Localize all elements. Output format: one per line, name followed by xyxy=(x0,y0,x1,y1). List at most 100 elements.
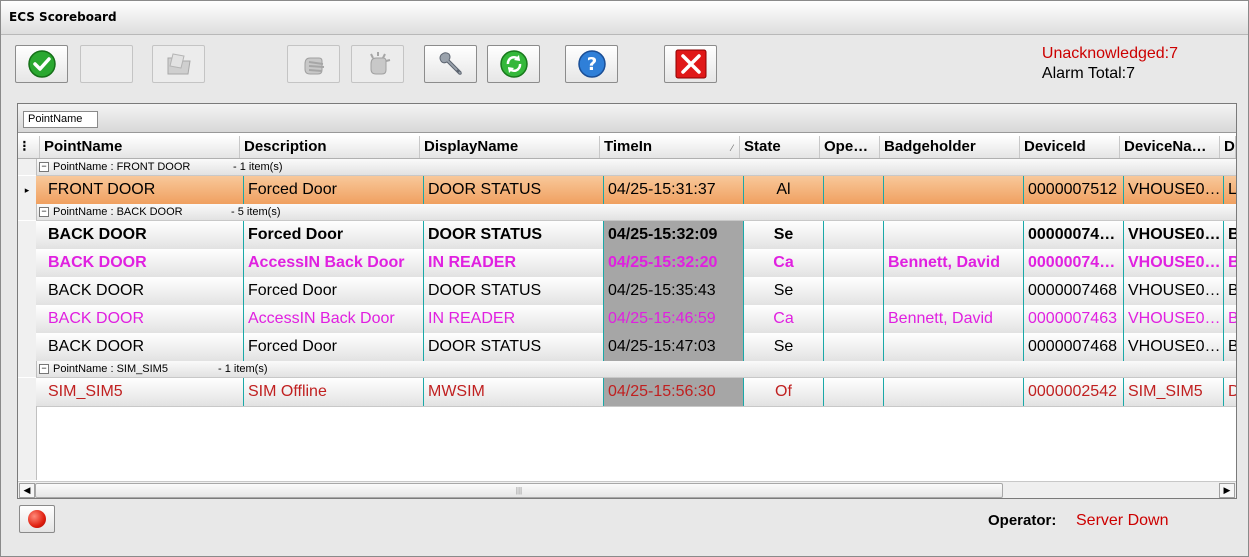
table-cell: Lo xyxy=(1224,176,1236,204)
table-row[interactable]: BACK DOOR Forced Door DOOR STATUS 04/25-15:… xyxy=(36,221,1236,250)
group-header[interactable]: − PointName : FRONT DOOR - 1 item(s) xyxy=(36,159,1236,176)
table-cell: VHOUSE0… xyxy=(1124,249,1224,277)
hand-button[interactable] xyxy=(287,45,340,83)
table-cell: 04/25-15:31:37 xyxy=(604,176,744,204)
close-icon xyxy=(675,49,706,79)
row-selector[interactable] xyxy=(18,204,37,220)
row-selector[interactable]: ▸ xyxy=(18,176,37,204)
table-cell: VHOUSE0… xyxy=(1124,277,1224,305)
table-cell: B xyxy=(1224,333,1236,361)
column-header[interactable]: DeviceNa… xyxy=(1120,136,1220,158)
table-cell: FRONT DOOR xyxy=(44,176,244,204)
table-row[interactable]: BACK DOOR Forced Door DOOR STATUS 04/25-15:… xyxy=(36,277,1236,306)
table-cell: IN READER xyxy=(424,249,604,277)
column-header[interactable]: D xyxy=(1220,136,1236,158)
row-selector[interactable] xyxy=(18,305,37,333)
window-title: ECS Scoreboard xyxy=(9,10,117,24)
table-row[interactable]: BACK DOOR Forced Door DOOR STATUS 04/25-15:… xyxy=(36,333,1236,362)
group-title: PointName : FRONT DOOR xyxy=(53,161,191,173)
table-cell xyxy=(884,176,1024,204)
table-cell: 04/25-15:32:09 xyxy=(604,221,744,249)
table-cell: B xyxy=(1224,249,1236,277)
collapse-icon[interactable]: − xyxy=(39,207,49,217)
row-selector[interactable] xyxy=(18,378,37,406)
operator-label: Operator: xyxy=(988,512,1057,529)
row-selector[interactable] xyxy=(18,249,37,277)
row-selector[interactable] xyxy=(18,159,37,175)
group-by-panel: PointName xyxy=(18,104,1236,133)
table-cell: SIM Offline xyxy=(244,378,424,406)
table-cell: VHOUSE0… xyxy=(1124,176,1224,204)
alarm-status: Unacknowledged:7 Alarm Total:7 xyxy=(1042,45,1178,83)
column-header[interactable]: TimeIn ⁄ xyxy=(600,136,740,158)
table-cell: SIM_SIM5 xyxy=(44,378,244,406)
table-row[interactable]: BACK DOOR AccessIN Back Door IN READER 04/2… xyxy=(36,249,1236,278)
column-header[interactable]: DisplayName xyxy=(420,136,600,158)
column-header[interactable]: Badgeholder xyxy=(880,136,1020,158)
row-selector-filler xyxy=(18,406,37,480)
group-header[interactable]: − PointName : BACK DOOR - 5 item(s) xyxy=(36,204,1236,221)
settings-button[interactable] xyxy=(424,45,477,83)
row-selector[interactable] xyxy=(18,277,37,305)
alarm-total-count: Alarm Total:7 xyxy=(1041,65,1135,82)
scroll-right-arrow[interactable]: ▶ xyxy=(1219,483,1235,498)
row-selector[interactable] xyxy=(18,221,37,249)
blank-button[interactable] xyxy=(80,45,133,83)
table-cell: 04/25-15:32:20 xyxy=(604,249,744,277)
table-cell: 0000007468 xyxy=(1024,333,1124,361)
ecs-scoreboard-window: ECS Scoreboard ? Unacknowledged:7 Alarm … xyxy=(0,0,1249,557)
title-bar[interactable]: ECS Scoreboard xyxy=(1,1,1248,35)
horizontal-scrollbar[interactable]: ◀ ||| ▶ xyxy=(18,481,1236,498)
collapse-icon[interactable]: − xyxy=(39,162,49,172)
checkmark-icon xyxy=(27,50,56,78)
table-cell: Ca xyxy=(744,249,824,277)
column-header[interactable]: PointName xyxy=(40,136,240,158)
record-button[interactable] xyxy=(19,505,55,533)
help-button[interactable]: ? xyxy=(565,45,618,83)
table-cell: B xyxy=(1224,305,1236,333)
table-cell: DOOR STATUS xyxy=(424,333,604,361)
table-cell: B xyxy=(1224,277,1236,305)
alarm-grid[interactable]: PointName ⁝ PointName Description DisplayNa… xyxy=(17,103,1237,499)
refresh-icon xyxy=(499,50,528,78)
scroll-thumb[interactable]: ||| xyxy=(35,483,1003,498)
folder-button[interactable] xyxy=(152,45,205,83)
table-cell: Bennett, David xyxy=(884,249,1024,277)
scroll-left-arrow[interactable]: ◀ xyxy=(19,483,35,498)
table-cell: Forced Door xyxy=(244,333,424,361)
group-header[interactable]: − PointName : SIM_SIM5 - 1 item(s) xyxy=(36,361,1236,378)
table-row[interactable]: FRONT DOOR Forced Door DOOR STATUS 04/25-15… xyxy=(36,176,1236,205)
table-row[interactable]: BACK DOOR AccessIN Back Door IN READER 04/2… xyxy=(36,305,1236,334)
column-header[interactable]: Description xyxy=(240,136,420,158)
hand-burst-icon xyxy=(369,52,390,75)
refresh-button[interactable] xyxy=(487,45,540,83)
sort-ascending-icon: ⁄ xyxy=(731,143,733,153)
table-cell: 04/25-15:47:03 xyxy=(604,333,744,361)
table-cell: BACK DOOR xyxy=(44,305,244,333)
table-cell: B xyxy=(1224,221,1236,249)
column-header[interactable]: State xyxy=(740,136,820,158)
table-cell: DOOR STATUS xyxy=(424,176,604,204)
column-header[interactable]: Ope… xyxy=(820,136,880,158)
table-cell: 04/25-15:46:59 xyxy=(604,305,744,333)
group-by-tag-pointname[interactable]: PointName xyxy=(23,111,99,128)
table-cell: 00000074… xyxy=(1024,249,1124,277)
table-cell: Of xyxy=(744,378,824,406)
table-cell: AccessIN Back Door xyxy=(244,305,424,333)
table-cell: AccessIN Back Door xyxy=(244,249,424,277)
table-row[interactable]: SIM_SIM5 SIM Offline MWSIM 04/25-15:56:30 Of… xyxy=(36,378,1236,407)
table-cell: VHOUSE0… xyxy=(1124,333,1224,361)
table-cell: Ca xyxy=(744,305,824,333)
row-selector[interactable] xyxy=(18,333,37,361)
table-cell: VHOUSE0… xyxy=(1124,221,1224,249)
hand-burst-button[interactable] xyxy=(351,45,404,83)
acknowledge-button[interactable] xyxy=(15,45,68,83)
record-icon xyxy=(28,510,46,528)
row-selector[interactable] xyxy=(18,361,37,377)
table-cell: Se xyxy=(744,277,824,305)
collapse-icon[interactable]: − xyxy=(39,364,49,374)
close-button[interactable] xyxy=(664,45,717,83)
column-header[interactable]: DeviceId xyxy=(1020,136,1120,158)
table-cell: BACK DOOR xyxy=(44,333,244,361)
table-cell: VHOUSE0… xyxy=(1124,305,1224,333)
